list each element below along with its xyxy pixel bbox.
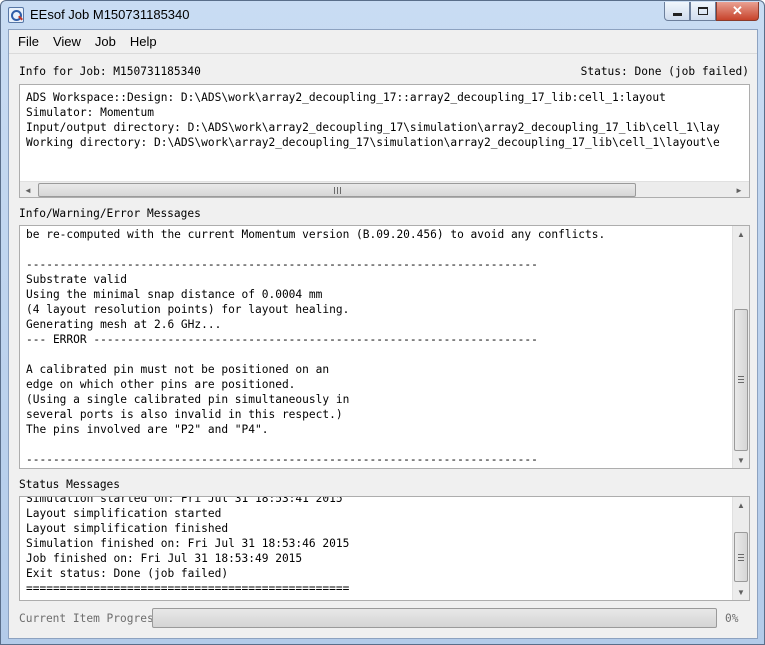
maximize-button[interactable]	[690, 2, 716, 21]
window-title: EEsof Job M150731185340	[30, 7, 190, 22]
message-line: Generating mesh at 2.6 GHz...	[26, 318, 222, 331]
messages-header: Info/Warning/Error Messages	[19, 207, 749, 223]
job-status-text: Status: Done (job failed)	[580, 65, 749, 78]
message-line: A calibrated pin must not be positioned …	[26, 363, 330, 376]
status-line: Layout simplification finished	[26, 522, 229, 535]
menu-job[interactable]: Job	[88, 32, 123, 52]
scroll-down-icon[interactable]: ▼	[733, 452, 749, 468]
message-line: be re-computed with the current Momentum…	[26, 228, 606, 241]
status-messages-label: Status Messages	[19, 478, 121, 491]
progress-label: Current Item Progress	[19, 612, 161, 625]
scroll-right-icon[interactable]: ►	[731, 182, 747, 197]
message-line: (4 layout resolution points) for layout …	[26, 303, 350, 316]
info-line: Working directory: D:\ADS\work\array2_de…	[26, 136, 720, 149]
message-line: ----------------------------------------…	[26, 258, 538, 271]
messages-panel[interactable]: be re-computed with the current Momentum…	[19, 225, 750, 469]
status-line: Job finished on: Fri Jul 31 18:53:49 201…	[26, 552, 303, 565]
minimize-button[interactable]	[664, 2, 690, 21]
scroll-up-icon[interactable]: ▲	[733, 497, 749, 513]
minimize-icon	[672, 12, 682, 16]
message-line: (Using a single calibrated pin simultane…	[26, 393, 350, 406]
job-window: EEsof Job M150731185340 ✕ File View Job …	[0, 0, 765, 645]
scroll-up-icon[interactable]: ▲	[733, 226, 749, 242]
message-line: Using the minimal snap distance of 0.000…	[26, 288, 323, 301]
progress-bar	[152, 608, 717, 628]
message-line: --- ERROR ------------------------------…	[26, 333, 538, 346]
close-button[interactable]: ✕	[716, 2, 759, 21]
progress-percent: 0%	[725, 612, 739, 625]
menu-help[interactable]: Help	[123, 32, 164, 52]
status-line: Exit status: Done (job failed)	[26, 567, 229, 580]
info-line: Input/output directory: D:\ADS\work\arra…	[26, 121, 720, 134]
maximize-icon	[698, 7, 708, 15]
client-area: File View Job Help Info for Job: M150731…	[8, 29, 758, 639]
messages-vertical-thumb[interactable]	[734, 309, 748, 451]
status-line: Layout simplification started	[26, 507, 222, 520]
menu-bar: File View Job Help	[9, 30, 757, 54]
status-vertical-scrollbar[interactable]: ▲ ▼	[732, 497, 749, 600]
message-line: edge on which other pins are positioned.	[26, 378, 296, 391]
close-icon: ✕	[732, 3, 743, 18]
status-messages-header: Status Messages	[19, 478, 749, 494]
job-info-label: Info for Job: M150731185340	[19, 65, 201, 78]
eesof-app-icon[interactable]	[8, 7, 24, 23]
info-line: ADS Workspace::Design: D:\ADS\work\array…	[26, 91, 666, 104]
scroll-left-icon[interactable]: ◄	[20, 182, 36, 197]
info-horizontal-scrollbar[interactable]: ◄ ►	[20, 181, 749, 197]
job-info-header: Info for Job: M150731185340 Status: Done…	[19, 65, 749, 81]
status-messages-panel[interactable]: Simulation started on: Fri Jul 31 18:53:…	[19, 496, 750, 601]
title-bar[interactable]: EEsof Job M150731185340 ✕	[1, 1, 764, 29]
message-line: ----------------------------------------…	[26, 453, 538, 466]
message-line: several ports is also invalid in this re…	[26, 408, 343, 421]
messages-vertical-scrollbar[interactable]: ▲ ▼	[732, 226, 749, 468]
job-info-panel[interactable]: ADS Workspace::Design: D:\ADS\work\array…	[19, 84, 750, 198]
info-line: Simulator: Momentum	[26, 106, 154, 119]
status-line: ========================================…	[26, 582, 350, 595]
message-line: The pins involved are "P2" and "P4".	[26, 423, 269, 436]
info-horizontal-thumb[interactable]	[38, 183, 636, 197]
status-vertical-thumb[interactable]	[734, 532, 748, 582]
menu-file[interactable]: File	[9, 32, 46, 52]
caption-buttons: ✕	[664, 2, 759, 21]
scroll-down-icon[interactable]: ▼	[733, 584, 749, 600]
status-line: Simulation finished on: Fri Jul 31 18:53…	[26, 537, 350, 550]
status-line: Simulation started on: Fri Jul 31 18:53:…	[26, 496, 343, 505]
messages-label: Info/Warning/Error Messages	[19, 207, 201, 220]
menu-view[interactable]: View	[46, 32, 88, 52]
message-line: Substrate valid	[26, 273, 128, 286]
